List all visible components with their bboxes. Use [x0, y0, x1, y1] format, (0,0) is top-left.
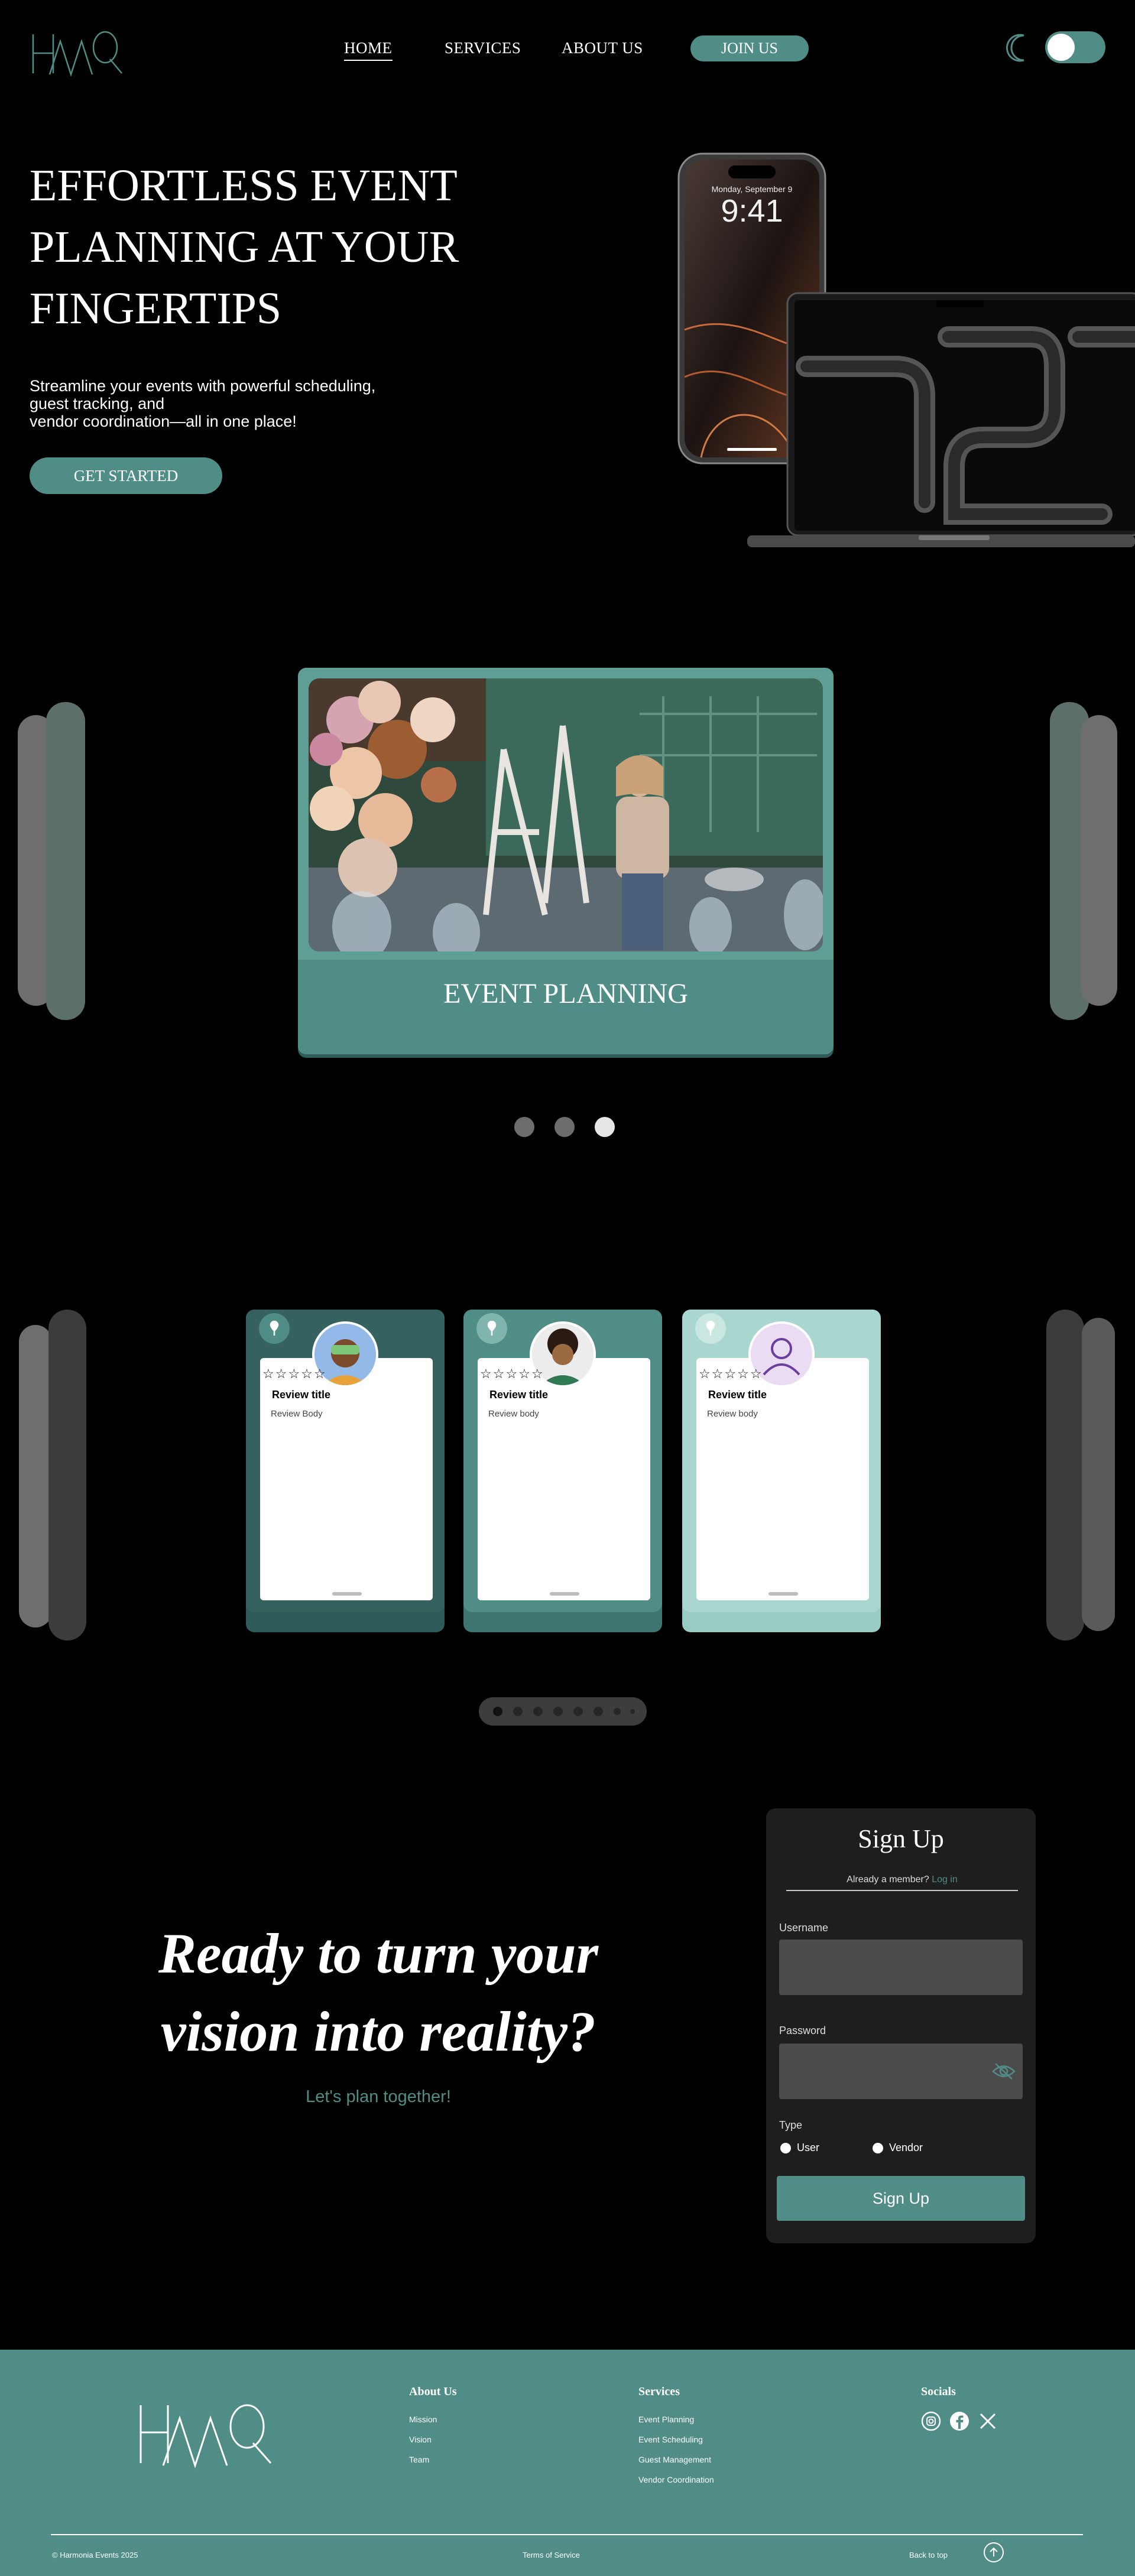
pager-dot[interactable] — [553, 1707, 563, 1716]
footer-link-guest-management[interactable]: Guest Management — [638, 2455, 711, 2464]
eye-off-icon[interactable] — [992, 2062, 1016, 2080]
pager-dot[interactable] — [573, 1707, 583, 1716]
review-card[interactable]: ☆☆☆☆☆ Review title Review body — [463, 1310, 662, 1632]
review-title: Review title — [272, 1389, 331, 1401]
radio-vendor-label: Vendor — [889, 2142, 923, 2153]
event-planning-card[interactable]: EVENT PLANNING — [298, 668, 834, 1054]
reviews-next-card[interactable] — [1046, 1310, 1084, 1641]
pager-dot[interactable] — [533, 1707, 543, 1716]
rating-stars: ☆☆☆☆☆ — [480, 1366, 544, 1381]
review-handle[interactable] — [550, 1592, 579, 1596]
cta-heading: Ready to turn your vision into reality? — [112, 1915, 644, 2071]
footer-terms-link[interactable]: Terms of Service — [523, 2551, 580, 2559]
pin-icon — [476, 1313, 507, 1344]
carousel-dot-2[interactable] — [554, 1117, 575, 1137]
instagram-icon[interactable] — [921, 2411, 941, 2431]
hero-subtitle-line: vendor coordination—all in one place! — [30, 412, 297, 430]
review-card[interactable]: ☆☆☆☆☆ Review title Review Body — [246, 1310, 445, 1632]
radio-vendor[interactable] — [873, 2143, 883, 2153]
cta-subheading: Let's plan together! — [306, 2087, 451, 2106]
facebook-icon[interactable] — [949, 2411, 969, 2431]
pin-icon — [259, 1313, 290, 1344]
footer-link-mission[interactable]: Mission — [409, 2415, 437, 2424]
laptop-image — [747, 290, 1135, 556]
review-card[interactable]: ☆☆☆☆☆ Review title Review body — [682, 1310, 881, 1632]
moon-icon — [1006, 33, 1032, 63]
already-member-label: Already a member? — [847, 1875, 929, 1885]
footer-link-vision[interactable]: Vision — [409, 2435, 432, 2444]
carousel-prev-card[interactable] — [46, 702, 85, 1020]
join-us-button[interactable]: JOIN US — [690, 35, 809, 61]
cta-heading-line: vision into reality? — [160, 2000, 596, 2063]
footer-about-title: About Us — [409, 2385, 457, 2398]
footer-socials-title: Socials — [921, 2385, 956, 2398]
footer-divider — [51, 2534, 1083, 2535]
footer-logo[interactable] — [137, 2397, 273, 2474]
pager-dot[interactable] — [594, 1707, 603, 1716]
carousel-dot-1[interactable] — [514, 1117, 534, 1137]
footer-copyright: © Harmonia Events 2025 — [52, 2551, 138, 2559]
footer-link-event-scheduling[interactable]: Event Scheduling — [638, 2435, 703, 2444]
type-label: Type — [779, 2119, 803, 2131]
footer-services-title: Services — [638, 2385, 680, 2398]
review-text: Review body — [707, 1409, 758, 1419]
pager-dot[interactable] — [630, 1709, 635, 1714]
footer-link-team[interactable]: Team — [409, 2455, 429, 2464]
hero-subtitle: Streamline your events with powerful sch… — [30, 377, 408, 430]
theme-toggle[interactable] — [1045, 31, 1105, 63]
hero-subtitle-line: Streamline your events with powerful sch… — [30, 377, 376, 395]
signup-submit-button[interactable]: Sign Up — [777, 2176, 1025, 2221]
reviews-pager — [479, 1697, 647, 1726]
event-planning-image — [309, 678, 823, 951]
cta-heading-line: Ready to turn your — [158, 1922, 599, 1985]
nav-services[interactable]: SERVICES — [445, 39, 521, 57]
footer: About Us Mission Vision Team Services Ev… — [0, 2350, 1135, 2576]
radio-user[interactable] — [780, 2143, 791, 2153]
carousel-next-ghost[interactable] — [1081, 715, 1117, 1006]
get-started-button[interactable]: GET STARTED — [30, 457, 222, 494]
review-title: Review title — [708, 1389, 767, 1401]
password-field[interactable] — [779, 2044, 1023, 2099]
username-label: Username — [779, 1922, 829, 1934]
review-text: Review body — [488, 1409, 539, 1419]
reviews-prev-ghost[interactable] — [19, 1325, 52, 1628]
signup-form: Sign Up Already a member? Log in Usernam… — [766, 1808, 1036, 2243]
phone-time: 9:41 — [721, 193, 783, 229]
review-title: Review title — [489, 1389, 549, 1401]
pager-dot-active[interactable] — [493, 1707, 502, 1716]
rating-stars: ☆☆☆☆☆ — [262, 1366, 327, 1381]
x-twitter-icon[interactable] — [978, 2411, 998, 2431]
reviews-prev-card[interactable] — [48, 1310, 86, 1641]
pager-dot[interactable] — [614, 1708, 621, 1715]
nav-about-us[interactable]: ABOUT US — [562, 39, 643, 57]
review-text: Review Body — [271, 1409, 323, 1419]
signup-title: Sign Up — [858, 1824, 944, 1853]
nav-home[interactable]: HOME — [344, 39, 393, 61]
hero-title: EFFORTLESS EVENT PLANNING AT YOUR FINGER… — [30, 161, 459, 333]
username-field[interactable] — [779, 1940, 1023, 1995]
radio-user-label: User — [797, 2142, 820, 2153]
pin-icon — [695, 1313, 726, 1344]
toggle-knob — [1048, 34, 1075, 61]
hero-subtitle-line: guest tracking, and — [30, 395, 165, 412]
rating-stars: ☆☆☆☆☆ — [699, 1366, 763, 1381]
already-member-text: Already a member? Log in — [786, 1875, 1018, 1891]
review-handle[interactable] — [768, 1592, 798, 1596]
password-label: Password — [779, 2025, 826, 2036]
carousel-dot-3[interactable] — [595, 1117, 615, 1137]
back-to-top-link[interactable]: Back to top — [909, 2551, 948, 2559]
event-card-title: EVENT PLANNING — [298, 960, 834, 1054]
footer-link-event-planning[interactable]: Event Planning — [638, 2415, 694, 2424]
footer-link-vendor-coordination[interactable]: Vendor Coordination — [638, 2475, 714, 2484]
pager-dot[interactable] — [513, 1707, 523, 1716]
reviews-next-ghost[interactable] — [1082, 1318, 1115, 1631]
review-handle[interactable] — [332, 1592, 362, 1596]
brand-logo[interactable] — [30, 24, 124, 83]
arrow-up-icon[interactable] — [984, 2542, 1004, 2562]
login-link[interactable]: Log in — [932, 1875, 958, 1885]
